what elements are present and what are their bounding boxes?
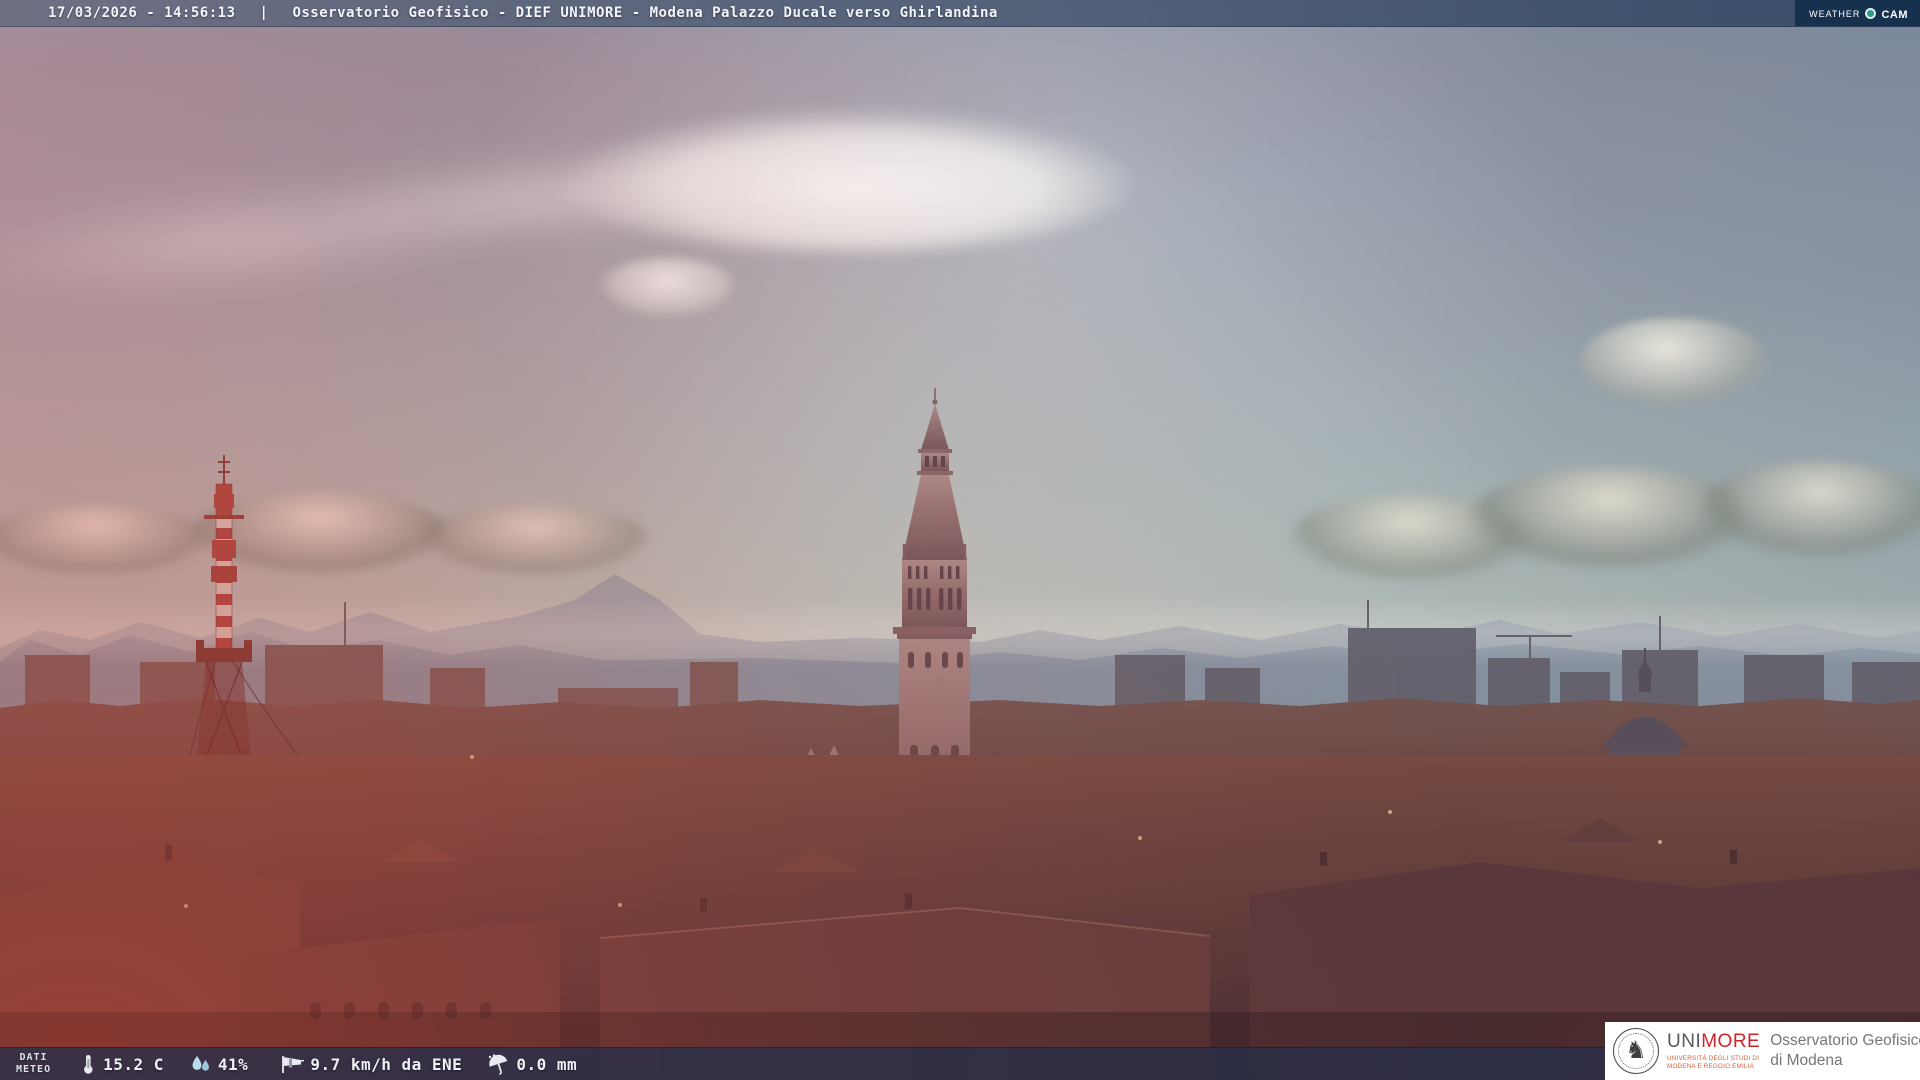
humidity-value: 41% xyxy=(218,1055,248,1074)
weathercam-logo[interactable]: Weather Cam xyxy=(1795,0,1920,26)
precipitation-value: 0.0 mm xyxy=(516,1055,577,1074)
unimore-logo[interactable]: ♞ UNIMORE UNIVERSITÀ DEGLI STUDI DI MODE… xyxy=(1605,1022,1920,1080)
unimore-uni-text: UNI xyxy=(1667,1031,1701,1052)
webcam-frame: 17/03/2026 - 14:56:13 | Osservatorio Geo… xyxy=(0,0,1920,1080)
humidity-drops-icon xyxy=(190,1053,212,1075)
unimore-subtitle-line1: UNIVERSITÀ DEGLI STUDI DI xyxy=(1667,1055,1760,1063)
dati-meteo-label: DATI METEO xyxy=(16,1052,51,1076)
unimore-more-text: MORE xyxy=(1701,1031,1760,1052)
weathercam-lens-icon xyxy=(1865,8,1876,19)
umbrella-icon xyxy=(486,1053,510,1075)
top-bar: 17/03/2026 - 14:56:13 | Osservatorio Geo… xyxy=(0,0,1920,27)
thermometer-icon xyxy=(79,1053,97,1075)
temperature-readout: 15.2 C xyxy=(79,1053,164,1075)
windsock-icon xyxy=(278,1053,304,1075)
wind-readout: 9.7 km/h da ENE xyxy=(278,1053,462,1075)
wind-value: 9.7 km/h da ENE xyxy=(310,1055,462,1074)
weathercam-weather-text: Weather xyxy=(1809,6,1860,20)
separator: | xyxy=(260,5,269,21)
unimore-wordmark: UNIMORE UNIVERSITÀ DEGLI STUDI DI MODENA… xyxy=(1667,1031,1760,1071)
unimore-subtitle-line2: MODENA E REGGIO EMILIA xyxy=(1667,1063,1760,1071)
humidity-readout: 41% xyxy=(190,1053,248,1075)
city-skyline xyxy=(0,0,1920,1080)
precipitation-readout: 0.0 mm xyxy=(486,1053,577,1075)
observatory-name: Osservatorio Geofisico di Modena xyxy=(1770,1031,1920,1072)
datetime-label: 17/03/2026 - 14:56:13 xyxy=(48,5,236,21)
camera-title: Osservatorio Geofisico - DIEF UNIMORE - … xyxy=(292,5,997,21)
weathercam-cam-text: Cam xyxy=(1881,5,1908,22)
temperature-value: 15.2 C xyxy=(103,1055,164,1074)
unimore-seal-icon: ♞ xyxy=(1613,1028,1659,1074)
knight-horse-glyph: ♞ xyxy=(1625,1039,1647,1063)
